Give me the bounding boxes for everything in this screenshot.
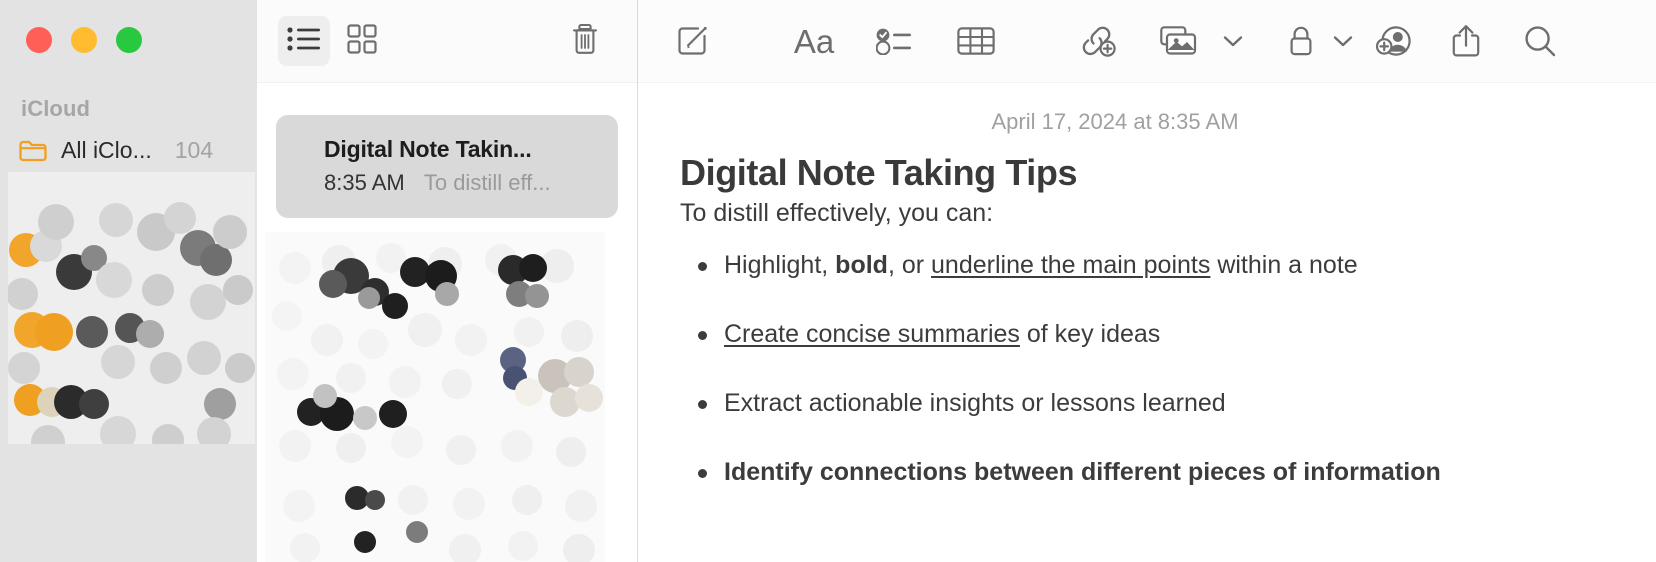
list-view-button[interactable]	[278, 16, 330, 66]
note-list-panel: Digital Note Takin... 8:35 AM To distill…	[257, 0, 638, 562]
insert-media-button[interactable]	[1152, 14, 1210, 68]
close-window-button[interactable]	[26, 27, 52, 53]
plain-text: of key ideas	[1019, 320, 1161, 349]
add-link-button[interactable]	[1070, 14, 1126, 68]
gallery-view-icon	[347, 23, 377, 59]
lock-chevron-down-icon	[1333, 35, 1353, 48]
underlined-text: Create concise summaries	[724, 320, 1020, 349]
maximize-window-button[interactable]	[116, 27, 142, 53]
note-bullet-list: Highlight, bold, or underline the main p…	[680, 250, 1616, 487]
sidebar: iCloud All iClo... 104	[0, 0, 257, 562]
view-mode-toggle	[278, 16, 388, 66]
trash-icon	[570, 22, 600, 61]
search-notes-button[interactable]	[1512, 14, 1568, 68]
note-bullet-item: Create concise summaries of key ideas	[698, 319, 1616, 349]
note-list-blurred-content	[265, 232, 605, 562]
share-button[interactable]	[1438, 14, 1494, 68]
checklist-button[interactable]	[866, 14, 922, 68]
window-controls	[26, 27, 142, 53]
note-bullet-item: Extract actionable insights or lessons l…	[698, 388, 1616, 418]
lock-note-button[interactable]	[1276, 14, 1326, 68]
share-icon	[1450, 23, 1482, 59]
add-collaborator-button[interactable]	[1366, 14, 1422, 68]
editor-toolbar: Aa	[638, 0, 1656, 83]
notes-app-window: iCloud All iClo... 104 Digital Note Taki…	[0, 0, 1656, 562]
media-chevron-down-icon	[1223, 35, 1243, 48]
note-content-area[interactable]: April 17, 2024 at 8:35 AM Digital Note T…	[638, 109, 1656, 487]
note-editor-panel: Aa April 17, 2024 at 8:35 AM Digital Not…	[638, 0, 1656, 562]
insert-table-button[interactable]	[948, 14, 1004, 68]
plain-text: Extract actionable insights or lessons l…	[724, 389, 1226, 418]
note-item-title: Digital Note Takin...	[324, 136, 532, 162]
note-item-time: 8:35 AM	[324, 170, 405, 195]
plain-text: , or	[887, 251, 932, 280]
note-list-toolbar	[257, 0, 637, 83]
note-item-preview: To distill eff...	[423, 170, 551, 195]
minimize-window-button[interactable]	[71, 27, 97, 53]
sidebar-item-count: 104	[174, 137, 214, 163]
sidebar-blurred-content	[8, 172, 255, 444]
plain-text: within a note	[1210, 251, 1358, 280]
gallery-view-button[interactable]	[336, 16, 388, 66]
note-bullet-item: Highlight, bold, or underline the main p…	[698, 250, 1616, 280]
format-icon: Aa	[793, 22, 835, 60]
sidebar-item-label: All iClo...	[61, 137, 152, 163]
sidebar-section-title: iCloud	[21, 96, 91, 121]
bold-text: bold	[835, 251, 888, 280]
note-list-item-selected[interactable]: Digital Note Takin... 8:35 AM To distill…	[276, 115, 618, 218]
lock-options-button[interactable]	[1326, 14, 1360, 68]
note-item-meta: 8:35 AM To distill eff...	[324, 170, 618, 196]
sidebar-item-all-icloud[interactable]: All iClo... 104	[18, 137, 246, 164]
plain-text: Highlight,	[724, 251, 836, 280]
media-options-button[interactable]	[1216, 14, 1250, 68]
folder-icon	[18, 139, 48, 163]
add-link-icon	[1079, 24, 1117, 58]
note-date: April 17, 2024 at 8:35 AM	[991, 109, 1239, 134]
underlined-text: underline the main points	[931, 251, 1211, 280]
search-icon	[1523, 24, 1557, 58]
note-bullet-item: Identify connections between different p…	[698, 457, 1616, 487]
media-icon	[1160, 25, 1202, 57]
format-text-button[interactable]: Aa	[786, 14, 842, 68]
delete-note-button[interactable]	[559, 16, 611, 66]
list-view-icon	[287, 26, 321, 57]
note-lede: To distill effectively, you can:	[680, 199, 994, 228]
add-person-icon	[1375, 24, 1413, 58]
table-icon	[957, 26, 995, 56]
plain-text: Identify connections between different p…	[724, 458, 1441, 487]
note-heading: Digital Note Taking Tips	[680, 152, 1078, 193]
compose-icon	[675, 24, 709, 58]
compose-note-button[interactable]	[665, 14, 719, 68]
lock-icon	[1287, 24, 1315, 58]
checklist-icon	[876, 27, 912, 55]
